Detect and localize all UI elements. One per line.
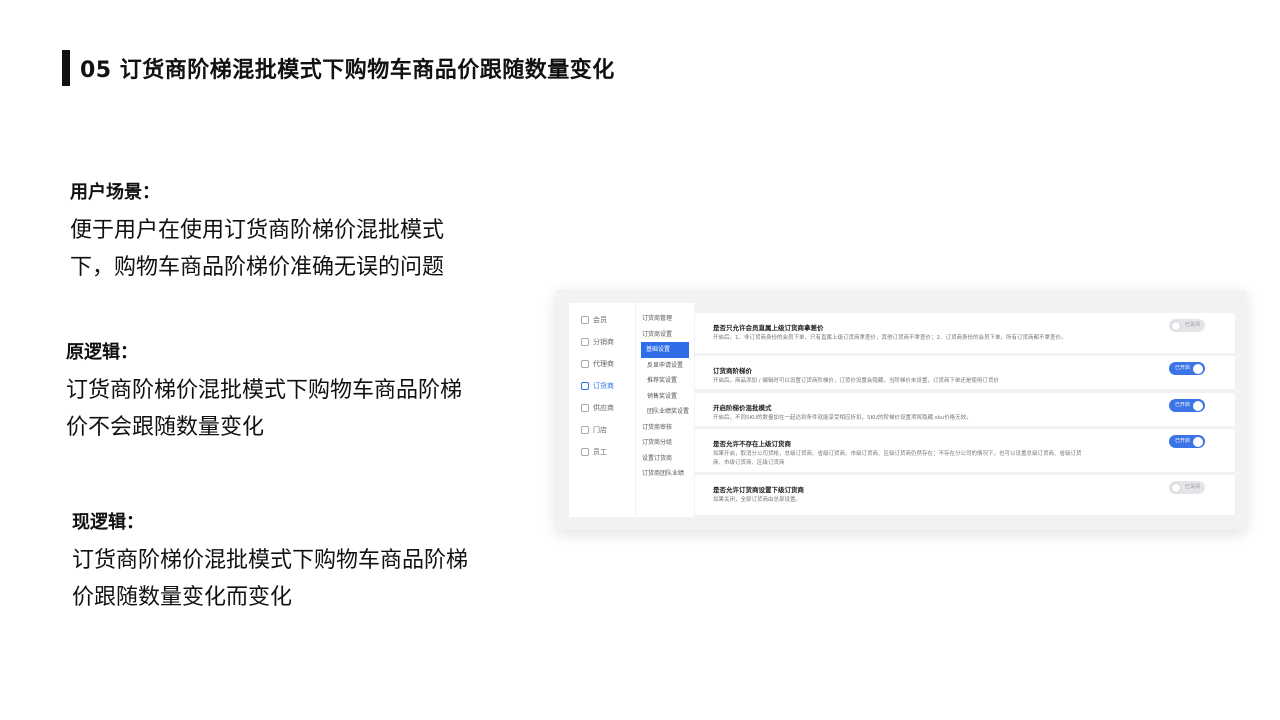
- setting-toggle[interactable]: 已关闭: [1169, 481, 1205, 494]
- primary-nav-item[interactable]: 代理商: [569, 353, 635, 375]
- secondary-nav: 订货商管理 订货商设置 基础设置 反显申请设置 推荐奖设置 销售奖设置 团队业绩奖设置 订货商…: [636, 303, 694, 517]
- setting-toggle[interactable]: 已开启: [1169, 399, 1205, 412]
- setting-title: 是否只允许会员直属上级订货商拿差价: [713, 324, 824, 332]
- secondary-nav-item[interactable]: 订货商审核: [636, 420, 694, 436]
- setting-title: 订货商阶梯价: [713, 367, 752, 375]
- secondary-nav-item[interactable]: 订货商管理: [636, 311, 694, 327]
- toggle-knob: [1193, 363, 1203, 374]
- primary-nav-label: 员工: [593, 448, 607, 456]
- secondary-nav-item[interactable]: 设置订货商: [636, 451, 694, 467]
- primary-nav-label: 门店: [593, 426, 607, 434]
- setting-row: 开启阶梯价混批模式开启后，不同SKU的数量加在一起达到条件就能享受相应折扣，SK…: [695, 393, 1235, 426]
- slide-title: 05 订货商阶梯混批模式下购物车商品价跟随数量变化: [80, 58, 615, 83]
- scenario-line-1: 便于用户在使用订货商阶梯价混批模式: [70, 218, 445, 243]
- toggle-knob: [1193, 400, 1203, 411]
- primary-nav-item[interactable]: 会员: [569, 309, 635, 331]
- primary-nav-label: 会员: [593, 316, 607, 324]
- new-logic-section: 现逻辑： 订货商阶梯价混批模式下购物车商品阶梯 价跟随数量变化而变化: [72, 508, 468, 616]
- secondary-nav-item[interactable]: 基础设置: [641, 342, 689, 358]
- new-logic-line-1: 订货商阶梯价混批模式下购物车商品阶梯: [72, 548, 469, 573]
- supplier-icon: [581, 404, 589, 412]
- old-logic-section: 原逻辑： 订货商阶梯价混批模式下购物车商品阶梯 价不会跟随数量变化: [66, 338, 462, 446]
- setting-title: 是否允许订货商设置下级订货商: [713, 486, 804, 494]
- secondary-nav-item[interactable]: 订货商团队业绩: [636, 466, 694, 482]
- new-logic-line-2: 价跟随数量变化而变化: [72, 585, 293, 610]
- settings-screenshot: 会员分销商代理商订货商供应商门店员工 订货商管理 订货商设置 基础设置 反显申请设置推…: [556, 290, 1246, 530]
- secondary-nav-item[interactable]: 反显申请设置: [636, 358, 694, 374]
- toggle-state-label: 已关闭: [1185, 322, 1201, 328]
- secondary-nav-item[interactable]: 订货商分组: [636, 435, 694, 451]
- toggle-knob: [1171, 482, 1181, 493]
- primary-nav-label: 订货商: [593, 382, 614, 390]
- scenario-section: 用户场景： 便于用户在使用订货商阶梯价混批模式 下，购物车商品阶梯价准确无误的问…: [70, 178, 444, 286]
- staff-icon: [581, 448, 589, 456]
- setting-description: 开启后，商品添加 / 编辑时可以设置订货商阶梯价，订货价设置会隐藏，当阶梯价未设…: [713, 378, 999, 384]
- title-accent-bar: [62, 50, 70, 86]
- toggle-state-label: 已关闭: [1185, 484, 1201, 490]
- slide-title-wrap: 05 订货商阶梯混批模式下购物车商品价跟随数量变化: [62, 50, 615, 86]
- primary-nav-item[interactable]: 分销商: [569, 331, 635, 353]
- setting-title: 开启阶梯价混批模式: [713, 404, 772, 412]
- toggle-state-label: 已开启: [1175, 365, 1191, 371]
- scenario-line-2: 下，购物车商品阶梯价准确无误的问题: [70, 255, 445, 280]
- scenario-heading: 用户场景：: [70, 182, 160, 203]
- settings-content: 是否只允许会员直属上级订货商拿差价开启后，1、非订货商身份的会员下单，只有直属上…: [695, 303, 1235, 517]
- secondary-nav-item[interactable]: 团队业绩奖设置: [636, 404, 694, 420]
- toggle-state-label: 已开启: [1175, 438, 1191, 444]
- setting-toggle[interactable]: 已开启: [1169, 362, 1205, 375]
- new-logic-heading: 现逻辑：: [72, 512, 144, 533]
- store-icon: [581, 426, 589, 434]
- primary-nav-item[interactable]: 供应商: [569, 397, 635, 419]
- setting-toggle[interactable]: 已开启: [1169, 435, 1205, 448]
- primary-nav-label: 供应商: [593, 404, 614, 412]
- primary-nav-label: 代理商: [593, 360, 614, 368]
- old-logic-line-1: 订货商阶梯价混批模式下购物车商品阶梯: [66, 378, 463, 403]
- old-logic-line-2: 价不会跟随数量变化: [66, 415, 265, 440]
- setting-row: 是否只允许会员直属上级订货商拿差价开启后，1、非订货商身份的会员下单，只有直属上…: [695, 313, 1235, 353]
- primary-nav-item[interactable]: 员工: [569, 441, 635, 463]
- primary-nav: 会员分销商代理商订货商供应商门店员工: [569, 303, 635, 517]
- setting-description: 开启后，1、非订货商身份的会员下单，只有直属上级订货商拿差价，其他订货商不拿差价…: [713, 335, 1067, 341]
- orderer-icon: [581, 382, 589, 390]
- setting-toggle[interactable]: 已关闭: [1169, 319, 1205, 332]
- secondary-nav-item[interactable]: 推荐奖设置: [636, 373, 694, 389]
- setting-description: 如果关闭，全部订货商由总部设置。: [713, 497, 802, 503]
- toggle-knob: [1193, 436, 1203, 447]
- setting-title: 是否允许不存在上级订货商: [713, 440, 791, 448]
- member-icon: [581, 316, 589, 324]
- primary-nav-item[interactable]: 订货商: [569, 375, 635, 397]
- setting-row: 是否允许不存在上级订货商如果开启，取消分公司货帐，总级订货商、省级订货商、市级订…: [695, 429, 1235, 472]
- toggle-knob: [1171, 320, 1181, 331]
- setting-row: 是否允许订货商设置下级订货商 如果关闭，全部订货商由总部设置。 已关闭: [695, 475, 1235, 515]
- toggle-state-label: 已开启: [1175, 402, 1191, 408]
- primary-nav-item[interactable]: 门店: [569, 419, 635, 441]
- primary-nav-label: 分销商: [593, 338, 614, 346]
- old-logic-heading: 原逻辑：: [66, 342, 138, 363]
- secondary-nav-item[interactable]: 销售奖设置: [636, 389, 694, 405]
- secondary-nav-item[interactable]: 订货商设置: [636, 327, 694, 343]
- setting-row: 订货商阶梯价开启后，商品添加 / 编辑时可以设置订货商阶梯价，订货价设置会隐藏，…: [695, 356, 1235, 389]
- distributor-icon: [581, 338, 589, 346]
- agent-icon: [581, 360, 589, 368]
- setting-description: 开启后，不同SKU的数量加在一起达到条件就能享受相应折扣，SKU的阶梯价设置项将…: [713, 415, 972, 421]
- setting-description: 如果开启，取消分公司货帐，总级订货商、省级订货商、市级订货商、区级订货商仍然存在…: [713, 451, 1082, 466]
